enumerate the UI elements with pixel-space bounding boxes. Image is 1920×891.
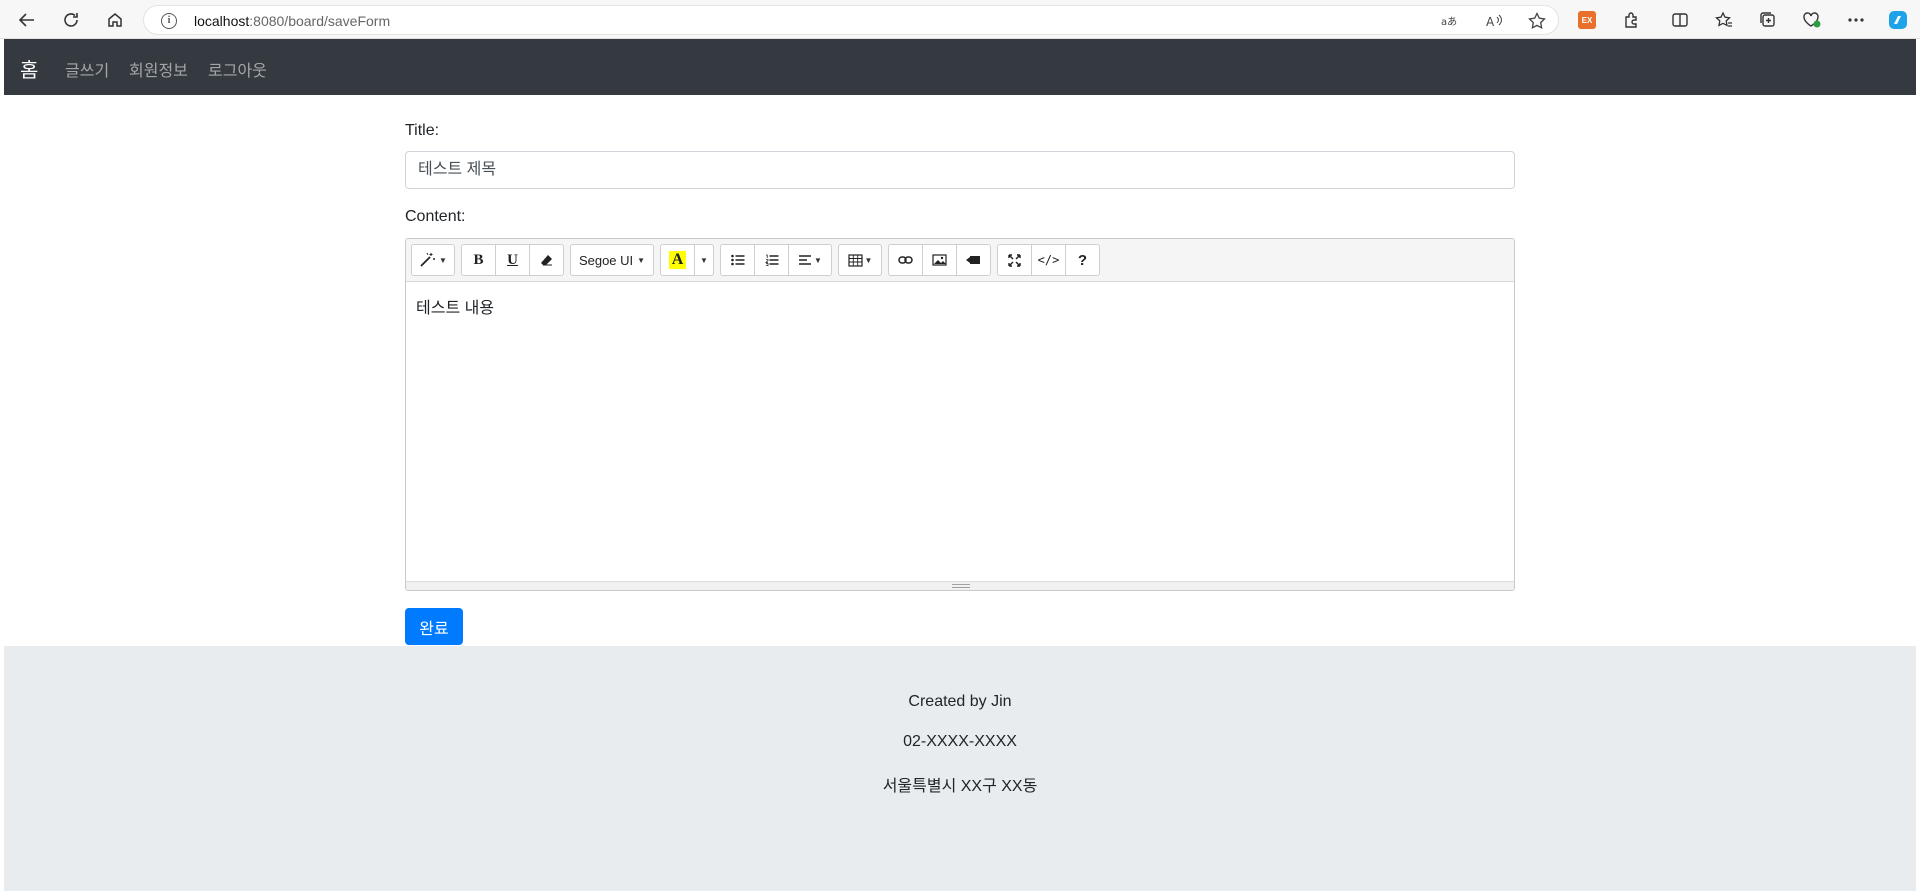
code-view-icon: </>	[1037, 253, 1060, 267]
collections-icon[interactable]	[1756, 8, 1780, 32]
extensions-puzzle-icon[interactable]	[1619, 8, 1643, 32]
footer-address: 서울특별시 XX구 XX동	[882, 778, 1038, 795]
underline-button[interactable]: U	[495, 244, 530, 276]
help-icon: ?	[1077, 251, 1088, 269]
favorite-star-icon[interactable]	[1526, 10, 1548, 32]
url-text[interactable]: localhost:8080/board/saveForm	[194, 13, 390, 29]
insert-image-button[interactable]	[922, 244, 957, 276]
footer-credit: Created by Jin	[908, 693, 1012, 710]
color-dropdown-button[interactable]: ▼	[694, 244, 714, 276]
nav-link-user-info[interactable]: 회원정보	[129, 57, 188, 81]
footer: Created by Jin 02-XXXX-XXXX 서울특별시 XX구 XX…	[4, 646, 1916, 891]
ordered-list-icon	[764, 254, 778, 266]
caret-icon: ▼	[814, 255, 822, 265]
title-label: Title:	[405, 122, 440, 139]
video-icon	[966, 256, 980, 264]
caret-icon: ▼	[700, 255, 708, 265]
caret-icon: ▼	[864, 255, 873, 265]
font-family-value: Segoe UI	[578, 252, 634, 268]
svg-text:A: A	[1486, 15, 1495, 28]
insert-link-button[interactable]	[888, 244, 923, 276]
browser-toolbar: i localhost:8080/board/saveForm aあ A EX	[0, 0, 1920, 39]
help-button[interactable]: ?	[1065, 244, 1100, 276]
editor-toolbar: ▼ B U Segoe UI ▼ A ▼ ▼ ▼ </> ?	[406, 239, 1514, 282]
back-button[interactable]	[11, 4, 43, 36]
magic-wand-icon	[420, 252, 436, 267]
refresh-button[interactable]	[55, 4, 87, 36]
nav-link-write[interactable]: 글쓰기	[65, 57, 109, 81]
fullscreen-button[interactable]	[997, 244, 1032, 276]
table-icon	[847, 253, 863, 267]
ordered-list-button[interactable]	[754, 244, 789, 276]
caret-icon: ▼	[439, 255, 447, 265]
link-icon	[898, 256, 913, 264]
image-icon	[932, 254, 947, 266]
url-host: localhost	[194, 13, 250, 29]
nav-brand-home[interactable]: 홈	[20, 54, 38, 83]
url-path: :8080/board/saveForm	[249, 13, 391, 29]
footer-phone: 02-XXXX-XXXX	[903, 733, 1017, 750]
table-dropdown-button[interactable]: ▼	[838, 244, 882, 276]
unordered-list-button[interactable]	[720, 244, 755, 276]
text-color-button[interactable]: A	[660, 244, 695, 276]
insert-video-button[interactable]	[956, 244, 991, 276]
highlight-color-icon: A	[668, 251, 687, 269]
eraser-icon	[540, 255, 552, 266]
nav-link-logout[interactable]: 로그아웃	[208, 57, 267, 81]
bold-button[interactable]: B	[461, 244, 496, 276]
site-info-icon[interactable]: i	[161, 13, 177, 29]
title-input[interactable]: 테스트 제목	[405, 151, 1515, 189]
home-icon	[108, 13, 122, 27]
rich-text-editor: ▼ B U Segoe UI ▼ A ▼ ▼ ▼ </> ? 테스트 내용	[405, 238, 1515, 591]
caret-icon: ▼	[637, 255, 646, 265]
code-view-button[interactable]: </>	[1031, 244, 1066, 276]
extension-ex-icon[interactable]: EX	[1575, 8, 1599, 32]
home-button[interactable]	[99, 4, 131, 36]
favorites-icon[interactable]	[1712, 8, 1736, 32]
browser-essentials-icon[interactable]	[1800, 8, 1824, 32]
split-screen-icon[interactable]	[1668, 8, 1692, 32]
content-label: Content:	[405, 208, 466, 225]
read-aloud-icon[interactable]: A	[1484, 10, 1506, 32]
page: 홈 글쓰기 회원정보 로그아웃 Title: 테스트 제목 Content: ▼…	[4, 39, 1916, 891]
more-options-icon[interactable]	[1844, 8, 1868, 32]
clear-format-button[interactable]	[529, 244, 564, 276]
align-left-icon	[799, 255, 812, 265]
unordered-list-icon	[730, 254, 744, 266]
navbar: 홈 글쓰기 회원정보 로그아웃	[4, 39, 1916, 95]
extension-badge: EX	[1578, 11, 1596, 29]
copilot-icon[interactable]	[1886, 8, 1910, 32]
address-bar[interactable]: i localhost:8080/board/saveForm aあ A	[143, 5, 1559, 35]
back-arrow-icon	[18, 13, 34, 27]
resize-grip-icon[interactable]	[952, 584, 970, 588]
refresh-icon	[64, 13, 78, 27]
style-dropdown-button[interactable]: ▼	[411, 244, 455, 276]
editor-content-area[interactable]: 테스트 내용	[406, 282, 1514, 584]
font-family-dropdown[interactable]: Segoe UI ▼	[570, 244, 654, 276]
svg-text:aあ: aあ	[1441, 16, 1457, 28]
editor-resize-bar[interactable]	[406, 581, 1514, 590]
bold-icon: B	[473, 251, 484, 268]
submit-button[interactable]: 완료	[405, 608, 463, 645]
translate-icon[interactable]: aあ	[1439, 10, 1461, 32]
fullscreen-icon	[1008, 253, 1021, 267]
underline-icon: U	[507, 251, 518, 268]
paragraph-align-dropdown[interactable]: ▼	[788, 244, 832, 276]
